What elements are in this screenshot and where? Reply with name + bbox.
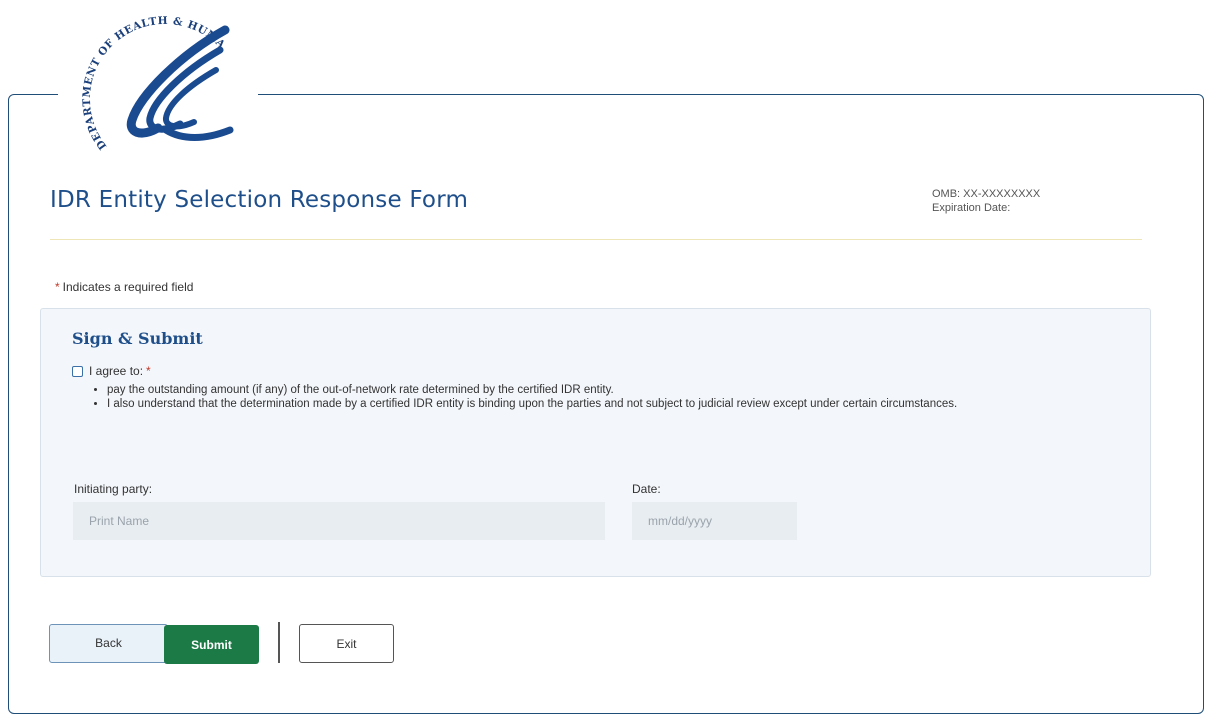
date-placeholder: mm/dd/yyyy — [648, 514, 713, 528]
agreement-term: I also understand that the determination… — [107, 397, 1067, 411]
back-button[interactable]: Back — [49, 624, 168, 663]
sign-submit-heading: Sign & Submit — [72, 329, 203, 348]
agreement-terms: pay the outstanding amount (if any) of t… — [93, 383, 1067, 411]
agree-label: I agree to: — [89, 364, 144, 378]
hhs-seal-icon: DEPARTMENT OF HEALTH & HUMAN SERVICES-US… — [70, 0, 234, 152]
initiating-party-input[interactable]: Print Name — [73, 502, 605, 540]
required-note-text: Indicates a required field — [62, 280, 194, 294]
agreement-term: pay the outstanding amount (if any) of t… — [107, 383, 1067, 397]
required-star: * — [55, 280, 60, 294]
button-separator — [278, 622, 280, 663]
submit-button[interactable]: Submit — [164, 625, 259, 664]
date-label: Date: — [632, 482, 661, 496]
exit-button[interactable]: Exit — [299, 624, 394, 663]
hhs-logo: DEPARTMENT OF HEALTH & HUMAN SERVICES-US… — [58, 0, 258, 172]
agree-checkbox[interactable] — [72, 365, 83, 377]
date-input[interactable]: mm/dd/yyyy — [632, 502, 797, 540]
initiating-party-label: Initiating party: — [74, 482, 153, 496]
agree-row: I agree to: * — [72, 364, 151, 378]
expiration-date: Expiration Date: — [932, 202, 1011, 214]
initiating-party-placeholder: Print Name — [89, 514, 150, 528]
omb-info: OMB: XX-XXXXXXXX Expiration Date: — [932, 187, 1040, 215]
page-title: IDR Entity Selection Response Form — [50, 187, 469, 213]
title-divider — [50, 239, 1142, 240]
agree-required-star: * — [146, 364, 151, 378]
omb-number: OMB: XX-XXXXXXXX — [932, 188, 1041, 200]
sign-submit-panel: Sign & Submit I agree to: * pay the outs… — [40, 308, 1151, 577]
required-field-note: * Indicates a required field — [55, 280, 193, 294]
